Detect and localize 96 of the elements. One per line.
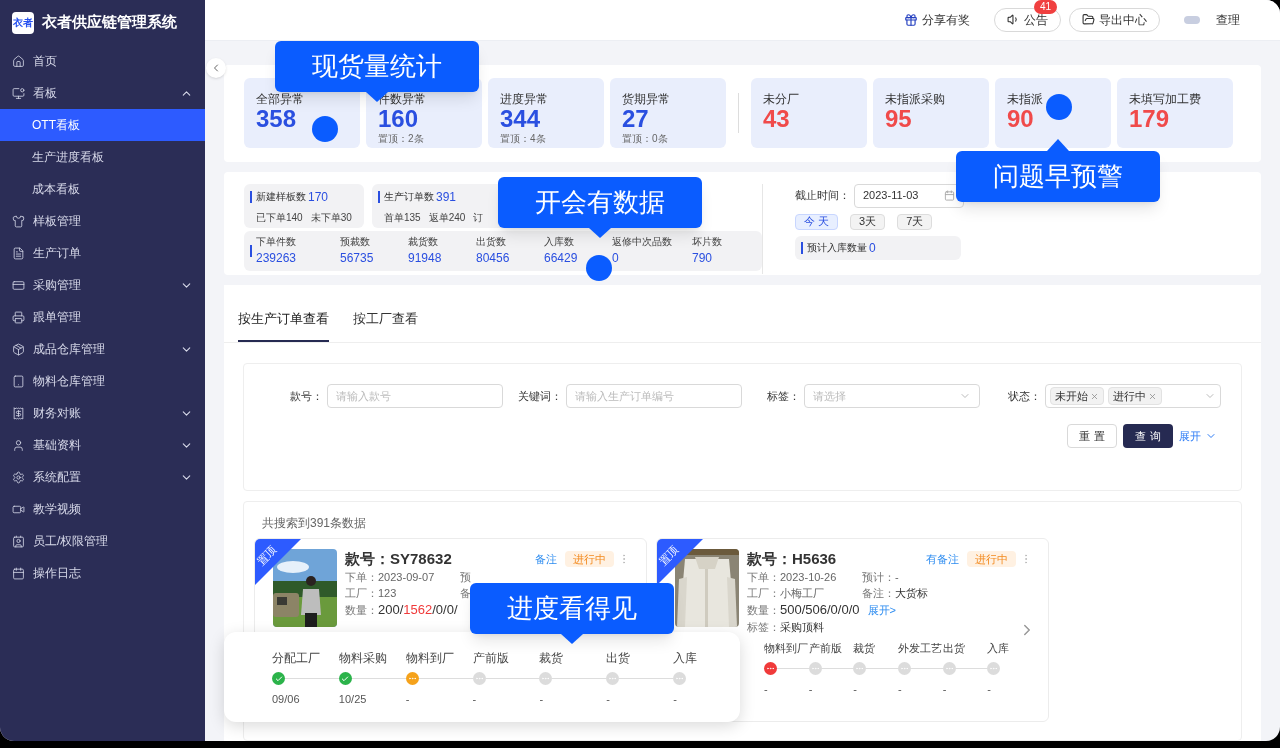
step-date: 09/06: [272, 692, 301, 707]
logo: 衣者: [12, 11, 34, 34]
step-date: -: [853, 681, 858, 697]
metric-label: 入库数: [544, 235, 575, 249]
metric-label: 预裁数: [340, 235, 371, 249]
stat-note: 置顶：4条: [500, 132, 547, 147]
callout-tooltip: 问题早预警: [956, 139, 1160, 202]
stat-value: 179: [1129, 107, 1171, 132]
stat-label: 未指派: [1007, 91, 1044, 108]
order-field: 备注：大货标: [862, 586, 928, 601]
summary-value: 391: [436, 188, 457, 206]
app-title: 衣者供应链管理系统: [42, 12, 177, 33]
step-label: 入库: [673, 650, 699, 666]
step-label: 外发工艺: [898, 640, 943, 656]
quantity: 数量：500/506/0/0/0: [747, 602, 860, 618]
filter-label: 状态：: [1008, 388, 1041, 404]
step-date: -: [539, 692, 545, 707]
stat-value: 90: [1007, 107, 1035, 132]
metric-value: 66429: [544, 250, 579, 267]
status-tag: 进行中: [967, 550, 1016, 568]
order-field: 预: [460, 570, 471, 585]
step-label: 物料到厂: [405, 650, 455, 666]
deadline-label: 截止时间：: [795, 188, 850, 204]
stat-value: 95: [885, 107, 913, 132]
filter-label: 标签：: [767, 388, 801, 404]
step-label: 裁货: [853, 640, 877, 656]
forecast-label: 预计入库数量: [807, 241, 867, 255]
summary-detail: 首单135: [384, 210, 421, 225]
stat-label: 货期异常: [622, 91, 671, 108]
style-number: 款号：SY78632: [345, 548, 453, 569]
metric-value: 239263: [256, 250, 298, 267]
step-date: -: [405, 692, 411, 707]
step-date: -: [942, 681, 948, 697]
step-date: -: [764, 681, 769, 697]
summary-label: 新建样板数: [256, 190, 306, 204]
step-label: 入库: [987, 640, 1011, 656]
metric-value: 790: [692, 250, 714, 267]
order-field: 工厂：小梅工厂: [747, 586, 862, 601]
notification-badge: 41: [1033, 0, 1057, 14]
stat-note: 置顶：0条: [622, 132, 669, 147]
order-field: 工厂：123: [345, 586, 460, 601]
step-label: 裁货: [539, 650, 565, 666]
callout-tooltip: 进度看得见: [470, 583, 674, 644]
step-label: 出货: [942, 640, 966, 656]
metric-value: 0: [612, 250, 620, 267]
step-label: 物料采购: [338, 650, 388, 666]
step-date: -: [673, 692, 678, 707]
metric-label: 下单件数: [256, 235, 297, 249]
stat-value: 160: [378, 107, 420, 132]
stat-value: 43: [763, 107, 791, 132]
stat-value: 344: [500, 107, 542, 132]
status-tag: 进行中: [565, 550, 614, 568]
stat-label: 全部异常: [256, 91, 305, 108]
stat-value: 358: [256, 107, 298, 132]
metric-label: 裁货数: [408, 235, 439, 249]
step-date: -: [472, 692, 478, 707]
quantity: 数量：200/1562/0/0/: [345, 602, 458, 618]
style-number: 款号：H5636: [747, 548, 838, 569]
filter-label: 款号：: [289, 388, 323, 404]
order-field: 下单：2023-10-26: [747, 570, 862, 585]
metric-label: 坏片数: [692, 235, 723, 249]
result-count: 共搜索到391条数据: [262, 515, 368, 532]
step-label: 产前版: [472, 650, 510, 666]
step-date: -: [808, 681, 814, 697]
step-date: -: [606, 692, 611, 707]
step-label: 物料到厂: [764, 640, 809, 656]
step-label: 产前版: [808, 640, 843, 656]
stat-note: 置顶：2条: [378, 132, 425, 147]
stat-value: 27: [622, 107, 650, 132]
summary-detail: 未下单30: [310, 210, 352, 225]
order-field: 下单：2023-09-07: [345, 570, 460, 585]
order-field: 备: [460, 586, 471, 601]
step-label: 出货: [606, 650, 632, 666]
step-date: 10/25: [338, 692, 368, 707]
tag-line: 标签：采购顶料: [747, 620, 824, 635]
summary-label: 生产订单数: [384, 190, 434, 204]
filter-label: 关键词：: [517, 388, 562, 404]
metric-label: 出货数: [476, 235, 507, 249]
step-label: 分配工厂: [272, 650, 321, 666]
metric-value: 91948: [408, 250, 443, 267]
stat-label: 未分厂: [763, 91, 800, 108]
stat-label: 未指派采购: [885, 91, 946, 108]
stat-label: 进度异常: [500, 91, 549, 108]
summary-detail: 已下单140: [256, 210, 303, 225]
step-date: -: [898, 681, 903, 697]
callout-tooltip: 开会有数据: [498, 177, 702, 238]
summary-detail: 订: [473, 210, 484, 225]
summary-detail: 返单240: [428, 210, 466, 225]
metric-label: 返修中次品数: [612, 235, 673, 249]
stat-label: 未填写加工费: [1129, 91, 1202, 108]
step-date: -: [987, 681, 993, 697]
order-field: 预计：-: [862, 570, 899, 585]
metric-value: 56735: [340, 250, 375, 267]
metric-value: 80456: [476, 250, 511, 267]
forecast-value: 0: [869, 239, 876, 257]
summary-value: 170: [308, 188, 329, 206]
